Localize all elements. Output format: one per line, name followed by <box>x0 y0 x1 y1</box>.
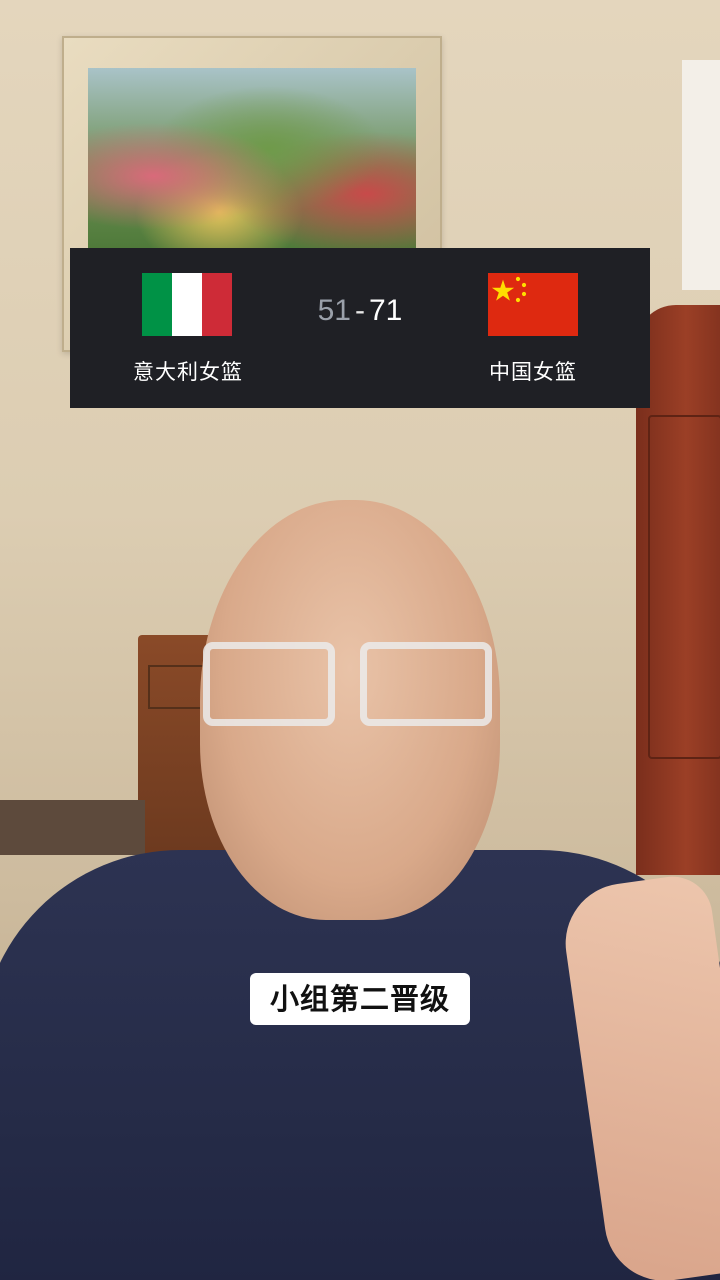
score-display: 51-71 <box>300 294 420 328</box>
painting-canvas <box>88 68 416 248</box>
ottoman <box>0 800 145 855</box>
score-separator: - <box>355 294 365 327</box>
italy-flag-icon <box>142 273 232 336</box>
china-flag-icon <box>488 273 578 336</box>
home-score: 51 <box>317 294 351 327</box>
left-lens <box>203 642 335 726</box>
subtitle-caption: 小组第二晋级 <box>250 973 470 1025</box>
home-team-name: 意大利女篮 <box>133 360 243 384</box>
wall-cabinet <box>682 60 720 290</box>
right-lens <box>360 642 492 726</box>
home-team: 意大利女篮 <box>70 248 300 408</box>
scoreboard: 意大利女篮 51-71 中国女篮 <box>70 248 650 408</box>
away-team: 中国女篮 <box>420 248 650 408</box>
away-team-name: 中国女篮 <box>489 360 577 384</box>
video-frame: 意大利女篮 51-71 中国女篮 小组第二晋级 <box>0 0 720 1280</box>
wardrobe-panel <box>648 415 720 759</box>
speaker-glasses <box>195 628 492 726</box>
away-score: 71 <box>369 294 403 327</box>
